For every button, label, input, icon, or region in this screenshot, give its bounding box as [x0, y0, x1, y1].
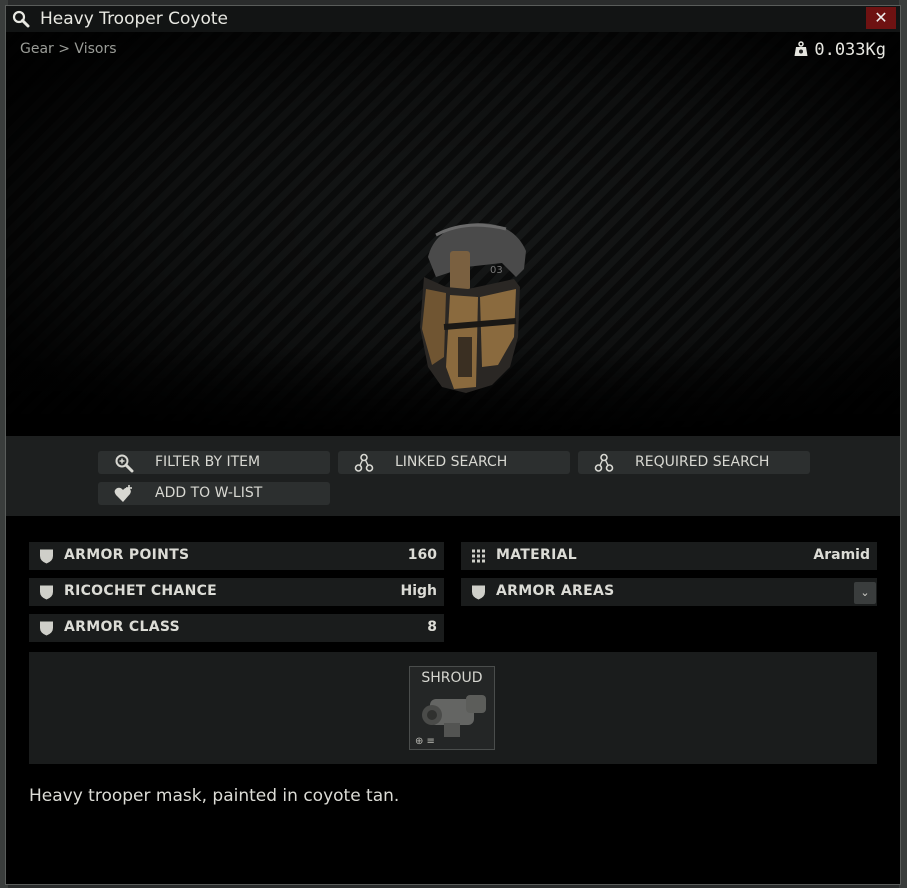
stat-value: 160 [407, 547, 437, 563]
stat-value: High [400, 583, 437, 599]
close-button[interactable]: ✕ [866, 7, 896, 29]
slot-label: SHROUD [421, 670, 483, 686]
window-title: Heavy Trooper Coyote [40, 9, 228, 29]
mod-slots-panel: SHROUD ⊕ ≡ [29, 652, 877, 764]
shield-icon [40, 549, 53, 564]
breadcrumb: Gear > Visors [20, 41, 117, 57]
weight-readout: 0.033Kg [794, 40, 886, 60]
stat-value: 8 [427, 619, 437, 635]
add-to-wishlist-button[interactable]: ADD TO W-LIST [98, 482, 330, 505]
action-bar: FILTER BY ITEM LINKED SEARCH REQUIRED SE… [6, 436, 900, 516]
stat-armor-points: ARMOR POINTS 160 [29, 542, 444, 570]
required-search-label: REQUIRED SEARCH [635, 454, 770, 470]
filter-by-item-label: FILTER BY ITEM [155, 454, 261, 470]
item-inspect-window: Heavy Trooper Coyote ✕ Gear > Visors 0.0… [5, 5, 901, 885]
window-titlebar[interactable]: Heavy Trooper Coyote ✕ [6, 6, 900, 33]
required-search-button[interactable]: REQUIRED SEARCH [578, 451, 810, 474]
stat-armor-class: ARMOR CLASS 8 [29, 614, 444, 642]
stat-label: ARMOR AREAS [496, 583, 615, 599]
heavy-trooper-mask-image[interactable]: 03 [406, 217, 536, 397]
slot-status-icons: ⊕ ≡ [415, 736, 435, 747]
armor-areas-dropdown-button[interactable]: ⌄ [854, 582, 876, 604]
svg-text:03: 03 [490, 265, 503, 276]
stat-label: ARMOR CLASS [64, 619, 180, 635]
shroud-mount-icon [422, 695, 486, 737]
weight-value: 0.033Kg [814, 40, 886, 60]
stat-armor-areas: ARMOR AREAS ⌄ [461, 578, 877, 606]
shield-icon [40, 585, 53, 600]
shield-icon [472, 585, 485, 600]
shield-icon [40, 621, 53, 636]
stat-label: MATERIAL [496, 547, 577, 563]
add-to-wishlist-label: ADD TO W-LIST [155, 485, 263, 501]
linked-search-icon [354, 453, 374, 472]
magnifier-icon [12, 10, 30, 28]
filter-search-icon [115, 454, 134, 473]
slot-shroud[interactable]: SHROUD ⊕ ≡ [409, 666, 495, 750]
stat-material: MATERIAL Aramid [461, 542, 877, 570]
material-grid-icon [472, 549, 485, 563]
stat-ricochet-chance: RICOCHET CHANCE High [29, 578, 444, 606]
linked-search-label: LINKED SEARCH [395, 454, 508, 470]
add-wishlist-icon [114, 485, 132, 502]
stat-label: ARMOR POINTS [64, 547, 190, 563]
item-preview-area: Gear > Visors 0.033Kg 03 [6, 32, 900, 436]
stat-label: RICOCHET CHANCE [64, 583, 218, 599]
filter-by-item-button[interactable]: FILTER BY ITEM [98, 451, 330, 474]
linked-search-button[interactable]: LINKED SEARCH [338, 451, 570, 474]
item-description: Heavy trooper mask, painted in coyote ta… [29, 786, 400, 806]
required-search-icon [594, 453, 614, 472]
weight-icon [794, 41, 808, 56]
stat-value: Aramid [813, 547, 870, 563]
